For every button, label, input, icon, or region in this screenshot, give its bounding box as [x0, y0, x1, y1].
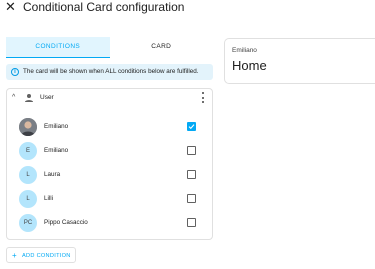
avatar: L	[19, 166, 37, 184]
avatar: L	[19, 190, 37, 208]
chevron-up-icon[interactable]: ^	[12, 93, 15, 102]
user-checkbox[interactable]	[187, 194, 196, 203]
user-photo	[19, 118, 37, 136]
user-condition-card: ^ User Emiliano E Emiliano L Laura L Lil…	[6, 88, 213, 240]
info-text: The card will be shown when ALL conditio…	[23, 68, 199, 75]
close-icon[interactable]: ✕	[5, 0, 17, 14]
account-icon	[25, 94, 33, 102]
user-row[interactable]: Emiliano	[7, 115, 212, 139]
user-row[interactable]: L Laura	[7, 163, 212, 187]
user-name: Laura	[44, 171, 61, 178]
user-row[interactable]: E Emiliano	[7, 139, 212, 163]
avatar	[19, 118, 37, 136]
user-row[interactable]: PC Pippo Casaccio	[7, 211, 212, 235]
dialog-title: Conditional Card configuration	[23, 0, 185, 14]
info-alert: i The card will be shown when ALL condit…	[6, 64, 213, 80]
tab-bar: Conditions Card	[6, 37, 213, 58]
add-condition-button[interactable]: + Add condition	[6, 247, 76, 263]
more-options-icon[interactable]	[201, 92, 205, 103]
condition-label: User	[40, 94, 54, 101]
tab-conditions[interactable]: Conditions	[6, 37, 110, 58]
user-name: Pippo Casaccio	[44, 219, 88, 226]
avatar: PC	[19, 214, 37, 232]
preview-state: Home	[232, 58, 267, 73]
tab-card[interactable]: Card	[110, 37, 214, 58]
plus-icon: +	[12, 251, 17, 260]
user-checkbox[interactable]	[187, 218, 196, 227]
card-preview: Emiliano Home	[224, 38, 375, 84]
user-name: Emiliano	[44, 147, 69, 154]
user-checkbox[interactable]	[187, 146, 196, 155]
user-row[interactable]: L Lilli	[7, 187, 212, 211]
condition-header[interactable]: ^ User	[7, 89, 212, 107]
add-condition-label: Add condition	[22, 253, 71, 259]
dialog-header: ✕ Conditional Card configuration	[0, 0, 375, 16]
user-checkbox[interactable]	[187, 170, 196, 179]
user-name: Emiliano	[44, 123, 69, 130]
preview-entity-name: Emiliano	[232, 47, 257, 54]
user-checkbox[interactable]	[187, 122, 196, 131]
check-icon	[188, 124, 195, 130]
info-icon: i	[11, 68, 19, 76]
user-name: Lilli	[44, 195, 54, 202]
avatar: E	[19, 142, 37, 160]
